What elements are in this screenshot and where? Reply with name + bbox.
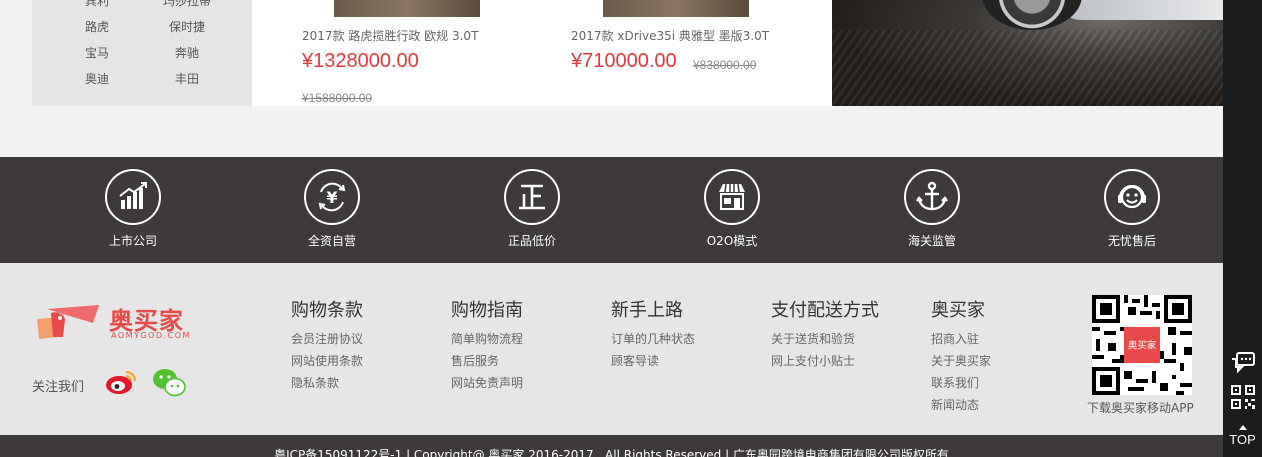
product-strip: 宾利 玛莎拉蒂 路虎 保时捷 宝马 奔驰 奥迪 丰田 2017款 路虎揽胜行政 …	[0, 0, 1223, 157]
service-label: 无忧售后	[1107, 234, 1156, 248]
site-footer: 奥买家 AOMYGOD.COM 关注我们 购物条款 会员注册协议 网站使用条款 …	[0, 263, 1223, 435]
footer-link[interactable]: 会员注册协议	[291, 328, 363, 350]
copyright-bar: 粤ICP备15091122号-1 | Copyright@ 奥买家 2016-2…	[0, 435, 1223, 457]
footer-link[interactable]: 网站使用条款	[291, 350, 363, 372]
footer-link[interactable]: 新闻动态	[931, 394, 991, 416]
footer-link[interactable]: 售后服务	[451, 350, 523, 372]
footer-link[interactable]: 顾客导读	[611, 350, 695, 372]
brand-link[interactable]: 路虎	[52, 20, 142, 46]
arrow-up-icon	[1238, 425, 1247, 430]
yuan-cycle-icon: ¥	[304, 169, 360, 225]
product-name[interactable]: 2017款 xDrive35i 典雅型 墨版3.0T	[571, 27, 769, 44]
product-list: 2017款 路虎揽胜行政 欧规 3.0T ¥1328000.00 ¥158800…	[252, 0, 832, 106]
back-to-top-button[interactable]: TOP	[1223, 425, 1262, 447]
footer-link[interactable]: 网站免责声明	[451, 372, 523, 394]
pelican-logo-icon	[37, 305, 99, 339]
service-item: O2O模式	[682, 169, 782, 249]
chart-growth-icon	[105, 169, 161, 225]
brand-link[interactable]: 保时捷	[142, 20, 232, 46]
product-card[interactable]: 2017款 路虎揽胜行政 欧规 3.0T ¥1328000.00 ¥158800…	[302, 0, 572, 106]
product-name[interactable]: 2017款 路虎揽胜行政 欧规 3.0T	[302, 27, 478, 44]
product-image[interactable]	[334, 0, 480, 17]
brand-link[interactable]: 宾利	[52, 0, 142, 20]
wechat-icon[interactable]	[152, 367, 186, 397]
service-label: 全资自营	[307, 234, 356, 248]
footer-column-title: 支付配送方式	[771, 300, 879, 321]
product-price: ¥710000.00	[571, 50, 677, 72]
qr-caption: 下载奥买家移动APP	[1087, 401, 1194, 415]
footer-column-title: 购物指南	[451, 300, 523, 321]
footer-column-title: 新手上路	[611, 300, 683, 321]
service-label: 正品低价	[507, 234, 556, 248]
service-label: 上市公司	[108, 234, 157, 248]
product-old-price: ¥838000.00	[693, 58, 757, 72]
service-item: 上市公司	[83, 169, 183, 249]
qr-code-icon	[1230, 385, 1255, 409]
qr-badge: 奥买家	[1128, 340, 1157, 352]
storefront-icon	[704, 169, 760, 225]
weibo-icon[interactable]	[104, 368, 138, 396]
footer-link[interactable]: 隐私条款	[291, 372, 363, 394]
footer-link[interactable]: 联系我们	[931, 372, 991, 394]
footer-link[interactable]: 招商入驻	[931, 328, 991, 350]
footer-column: 购物指南 简单购物流程 售后服务 网站免责声明	[451, 296, 523, 394]
follow-us-label: 关注我们	[32, 380, 85, 395]
product-image[interactable]	[603, 0, 749, 17]
svg-text:¥: ¥	[326, 188, 337, 207]
logo-domain: AOMYGOD.COM	[111, 331, 191, 340]
product-card[interactable]: 2017款 xDrive35i 典雅型 墨版3.0T ¥710000.00 ¥8…	[571, 0, 841, 106]
back-to-top-label: TOP	[1229, 432, 1256, 447]
service-item: ¥ 全资自营	[282, 169, 382, 249]
footer-column-title: 购物条款	[291, 300, 363, 321]
headset-support-icon	[1104, 169, 1160, 225]
footer-link[interactable]: 订单的几种状态	[611, 328, 695, 350]
product-old-price: ¥1588000.00	[302, 91, 373, 105]
product-price: ¥1328000.00	[302, 50, 419, 72]
app-qr-code: 奥买家	[1092, 295, 1192, 395]
service-band: 上市公司 ¥ 全资自营 正品低价 O2O模式 海关监管 无忧售后	[0, 157, 1223, 263]
brand-link[interactable]: 玛莎拉蒂	[142, 0, 232, 20]
footer-link[interactable]: 关于送货和验货	[771, 328, 879, 350]
anchor-icon	[904, 169, 960, 225]
footer-link[interactable]: 简单购物流程	[451, 328, 523, 350]
service-item: 海关监管	[882, 169, 982, 249]
site-logo[interactable]: 奥买家 AOMYGOD.COM	[33, 303, 203, 343]
qr-code-button[interactable]	[1223, 383, 1262, 411]
footer-link[interactable]: 关于奥买家	[931, 350, 991, 372]
brand-link[interactable]: 奔驰	[142, 46, 232, 72]
brand-link[interactable]: 丰田	[142, 72, 232, 98]
footer-column: 支付配送方式 关于送货和验货 网上支付小贴士	[771, 296, 879, 372]
service-label: O2O模式	[706, 234, 758, 248]
service-item: 正品低价	[482, 169, 582, 249]
brand-list: 宾利 玛莎拉蒂 路虎 保时捷 宝马 奔驰 奥迪 丰田	[32, 0, 252, 106]
chat-button[interactable]	[1223, 350, 1262, 376]
chat-bubble-icon	[1231, 352, 1255, 374]
service-label: 海关监管	[907, 234, 956, 248]
footer-column: 购物条款 会员注册协议 网站使用条款 隐私条款	[291, 296, 363, 394]
brand-link[interactable]: 宝马	[52, 46, 142, 72]
footer-link[interactable]: 网上支付小贴士	[771, 350, 879, 372]
footer-column: 新手上路 订单的几种状态 顾客导读	[611, 296, 695, 372]
service-item: 无忧售后	[1082, 169, 1182, 249]
footer-column: 奥买家 招商入驻 关于奥买家 联系我们 新闻动态	[931, 296, 991, 416]
banner-car-image[interactable]	[832, 0, 1223, 106]
genuine-icon	[504, 169, 560, 225]
footer-column-title: 奥买家	[931, 300, 985, 321]
right-toolbar: TOP	[1223, 0, 1262, 457]
brand-link[interactable]: 奥迪	[52, 72, 142, 98]
